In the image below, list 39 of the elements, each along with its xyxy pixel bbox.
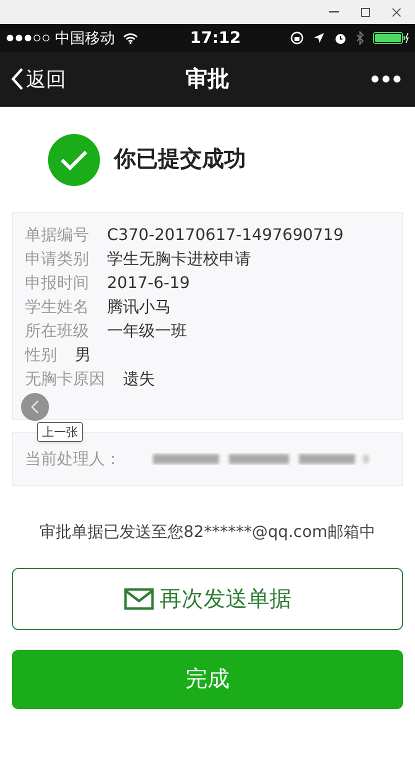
field-value: C370-20170617-1497690719 [107, 224, 344, 246]
done-button[interactable]: 完成 [12, 650, 403, 709]
field-label: 性别 [25, 344, 57, 366]
page-title: 审批 [186, 66, 230, 94]
maximize-icon[interactable] [361, 8, 370, 16]
field-label: 单据编号 [25, 224, 89, 246]
chevron-left-icon [10, 67, 24, 91]
success-check-icon [48, 134, 100, 186]
signal-icon [6, 34, 51, 42]
bluetooth-icon [356, 31, 364, 45]
field-label: 所在班级 [25, 320, 89, 342]
battery-icon [373, 32, 409, 44]
handler-label: 当前处理人： [25, 448, 121, 470]
field-label: 无胸卡原因 [25, 368, 105, 390]
status-time: 17:12 [190, 27, 241, 49]
close-icon[interactable] [392, 8, 401, 16]
field-value: 腾讯小马 [107, 296, 171, 318]
wifi-icon [123, 32, 138, 44]
field-value: 男 [75, 344, 91, 366]
email-notice: 审批单据已发送至您82******@qq.com邮箱中 [38, 521, 376, 543]
tooltip: 上一张 [37, 422, 83, 442]
alarm-icon [334, 32, 347, 44]
more-icon[interactable] [371, 75, 401, 83]
back-button[interactable]: 返回 [10, 64, 66, 94]
success-message: 你已提交成功 [114, 146, 246, 174]
field-label: 学生姓名 [25, 296, 89, 318]
field-value: 学生无胸卡进校申请 [107, 248, 251, 270]
mail-icon [124, 588, 154, 610]
location-icon [313, 32, 325, 44]
chevron-left-icon [31, 400, 39, 414]
field-label: 申报时间 [25, 272, 89, 294]
rotation-lock-icon [290, 31, 304, 45]
field-value: 一年级一班 [107, 320, 187, 342]
resend-button[interactable]: 再次发送单据 [12, 568, 403, 630]
field-value: 2017-6-19 [107, 272, 190, 294]
field-label: 申请类别 [25, 248, 89, 270]
carrier-name: 中国移动 [55, 28, 115, 49]
field-value: 遗失 [123, 368, 155, 390]
minimize-icon[interactable] [329, 11, 339, 13]
